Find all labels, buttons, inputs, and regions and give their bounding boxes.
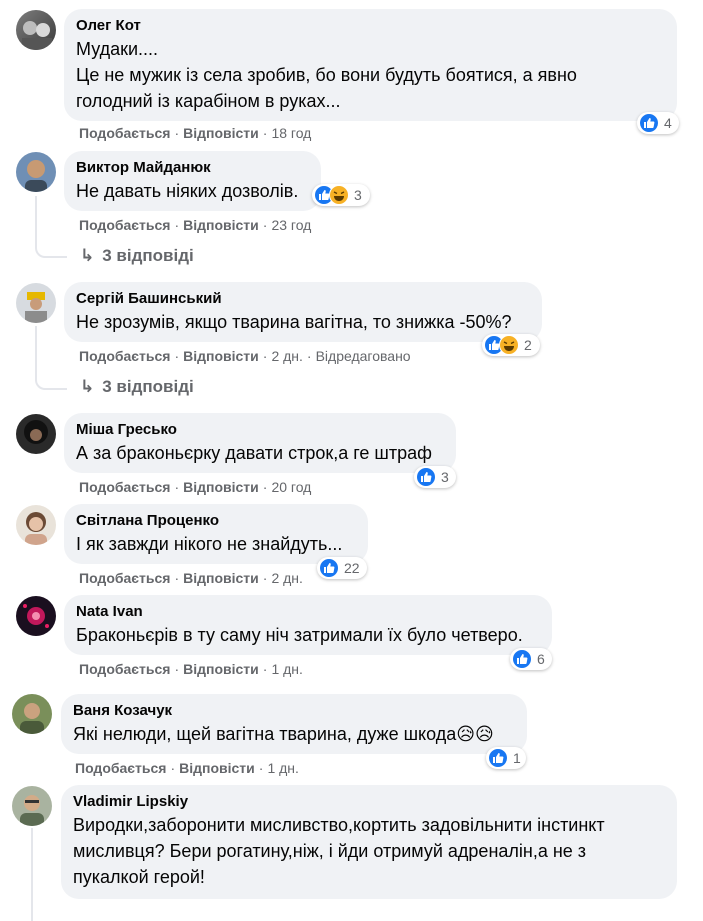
comment-text-line: голодний із карабіном в руках... [76,91,341,111]
comment-actions: Подобається · Відповісти · 18 год [79,125,312,141]
haha-icon [499,335,519,355]
comment-bubble: Vladimir Lipskiy Виродки,заборонити мисл… [61,785,677,899]
like-icon [488,748,508,768]
timestamp[interactable]: 2 дн. [271,570,302,586]
thread-line [35,196,37,240]
timestamp[interactable]: 2 дн. [271,348,302,364]
comment-author[interactable]: Виктор Майданюк [76,158,309,177]
comment-text-line: Які нелюди, щей вагітна тварина, дуже шк… [73,724,494,744]
comment-text-line: Не зрозумів, якщо тварина вагітна, то зн… [76,312,512,332]
reaction-count: 1 [513,750,521,766]
view-replies-link[interactable]: ↳ 3 відповіді [80,377,194,397]
comment-bubble: Міша Гресько А за браконьєрку давати стр… [64,413,456,473]
comment-bubble: Олег Кот Мудаки.... Це не мужик із села … [64,9,677,121]
comment-text-line: пукалкой герой! [73,867,205,887]
thread-connector [35,368,67,390]
reply-button[interactable]: Відповісти [183,479,259,495]
comment-author[interactable]: Nata Ivan [76,602,540,621]
comment-text-line: Браконьєрів в ту саму ніч затримали їх б… [76,625,523,645]
like-button[interactable]: Подобається [79,479,170,495]
edited-label: Відредаговано [315,348,411,364]
reply-button[interactable]: Відповісти [179,760,255,776]
view-replies-link[interactable]: ↳ 3 відповіді [80,246,194,266]
comment-author[interactable]: Ваня Козачук [73,701,515,720]
reply-button[interactable]: Відповісти [183,348,259,364]
avatar[interactable] [12,694,52,734]
like-button[interactable]: Подобається [79,125,170,141]
comment-text-line: А за браконьєрку давати строк,а ге штраф [76,443,432,463]
like-icon [319,558,339,578]
comment-author[interactable]: Сергій Башинський [76,289,530,308]
comment-bubble: Ваня Козачук Які нелюди, щей вагітна тва… [61,694,527,754]
comment-actions: Подобається · Відповісти · 23 год [79,217,312,233]
reaction-summary[interactable]: 3 [312,184,370,206]
reply-button[interactable]: Відповісти [183,570,259,586]
reply-arrow-icon: ↳ [80,246,95,265]
like-icon [416,467,436,487]
like-button[interactable]: Подобається [79,348,170,364]
reaction-count: 4 [664,115,672,131]
comment-text-line: Не давать ніяких дозволів. [76,181,299,201]
comment-author[interactable]: Світлана Проценко [76,511,356,530]
thread-line [35,326,37,372]
avatar[interactable] [16,152,56,192]
thread-connector [35,236,67,258]
comment-actions: Подобається · Відповісти · 20 год [79,479,312,495]
comment-author[interactable]: Олег Кот [76,16,665,35]
avatar[interactable] [16,283,56,323]
like-button[interactable]: Подобається [79,570,170,586]
comment-text-line: мисливця? Бери рогатину,ніж, і йди отрим… [73,841,587,861]
like-button[interactable]: Подобається [75,760,166,776]
comment-text-line: Виродки,заборонити мисливство,кортить за… [73,815,605,835]
reply-button[interactable]: Відповісти [183,217,259,233]
comment-text-line: Мудаки.... [76,39,159,59]
comment-actions: Подобається · Відповісти · 2 дн. · Відредагова… [79,348,411,364]
comment-bubble: Nata Ivan Браконьєрів в ту саму ніч затр… [64,595,552,655]
avatar[interactable] [16,505,56,545]
reply-button[interactable]: Відповісти [183,661,259,677]
like-icon [512,649,532,669]
avatar[interactable] [16,414,56,454]
reaction-count: 3 [354,187,362,203]
comment-actions: Подобається · Відповісти · 1 дн. [75,760,299,776]
reaction-count: 22 [344,560,360,576]
reply-button[interactable]: Відповісти [183,125,259,141]
timestamp[interactable]: 18 год [271,125,311,141]
reaction-count: 3 [441,469,449,485]
comment-actions: Подобається · Відповісти · 1 дн. [79,661,303,677]
haha-icon [329,185,349,205]
replies-count-label: 3 відповіді [102,246,194,265]
comment-author[interactable]: Vladimir Lipskiy [73,792,665,811]
comment-bubble: Виктор Майданюк Не давать ніяких дозволі… [64,151,321,211]
reaction-summary[interactable]: 22 [317,557,367,579]
replies-count-label: 3 відповіді [102,377,194,396]
reply-arrow-icon: ↳ [80,377,95,396]
reaction-summary[interactable]: 4 [637,112,679,134]
reaction-summary[interactable]: 3 [414,466,456,488]
avatar[interactable] [16,10,56,50]
like-icon [639,113,659,133]
reaction-summary[interactable]: 6 [510,648,552,670]
comment-author[interactable]: Міша Гресько [76,420,444,439]
like-button[interactable]: Подобається [79,217,170,233]
reaction-summary[interactable]: 2 [482,334,540,356]
timestamp[interactable]: 1 дн. [271,661,302,677]
comment-bubble: Світлана Проценко І як завжди нікого не … [64,504,368,564]
avatar[interactable] [12,786,52,826]
timestamp[interactable]: 23 год [271,217,311,233]
timestamp[interactable]: 1 дн. [267,760,298,776]
avatar[interactable] [16,596,56,636]
comment-text-line: І як завжди нікого не знайдуть... [76,534,343,554]
reaction-count: 6 [537,651,545,667]
timestamp[interactable]: 20 год [271,479,311,495]
comment-bubble: Сергій Башинський Не зрозумів, якщо твар… [64,282,542,342]
comment-actions: Подобається · Відповісти · 2 дн. [79,570,303,586]
thread-line [31,828,33,921]
comment-text-line: Це не мужик із села зробив, бо вони буду… [76,65,577,85]
reaction-count: 2 [524,337,532,353]
reaction-summary[interactable]: 1 [486,747,526,769]
like-button[interactable]: Подобається [79,661,170,677]
